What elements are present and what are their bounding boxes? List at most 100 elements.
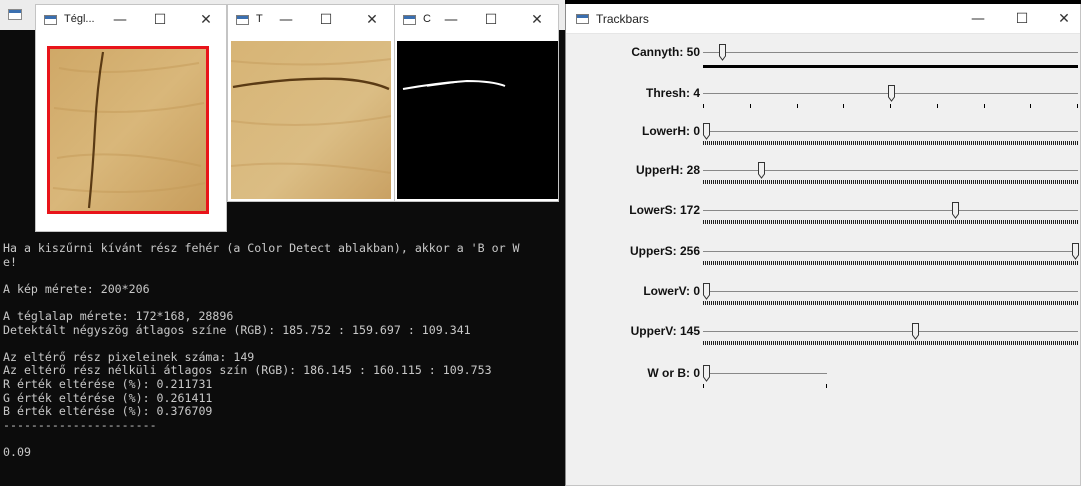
console-line: Az eltérő rész nélküli átlagos szín (RGB… <box>3 363 492 378</box>
console-output: Ha a kiszűrni kívánt rész fehér (a Color… <box>3 242 565 460</box>
minimize-button[interactable]: — <box>266 5 306 35</box>
trackbar-thumb[interactable] <box>703 365 710 382</box>
detected-rectangle-frame <box>47 46 209 214</box>
trackbar-thumb[interactable] <box>703 123 710 140</box>
trackbar-tick <box>797 104 798 108</box>
maximize-button[interactable]: ☐ <box>471 5 511 35</box>
trackbar-ticks <box>703 141 1078 145</box>
trackbar-tick <box>1030 104 1031 108</box>
close-button[interactable]: ✕ <box>1044 4 1081 34</box>
minimize-button[interactable]: — <box>431 5 471 35</box>
trackbar-label: UpperV: 145 <box>630 324 700 338</box>
minimize-button[interactable]: — <box>958 4 998 34</box>
cropped-image-window[interactable]: T — ☐ ✕ <box>227 4 395 202</box>
console-line: ---------------------- <box>3 417 157 432</box>
console-line: B érték eltérése (%): 0.376709 <box>3 404 213 419</box>
rectangle-window[interactable]: Tégl... — ☐ ✕ <box>35 4 227 232</box>
trackbar-tick <box>750 104 751 108</box>
window-app-icon <box>403 15 416 25</box>
console-line: Az eltérő rész pixeleinek száma: 149 <box>3 349 255 364</box>
trackbar-track[interactable] <box>703 131 1078 132</box>
trackbar-thumb[interactable] <box>951 202 959 219</box>
console-line: 0.09 <box>3 444 31 459</box>
trackbar-row: UpperS: 256 <box>566 243 1081 284</box>
trackbar-ticks <box>703 301 1078 305</box>
detected-crack-mask <box>402 79 506 90</box>
trackbar-thumb[interactable] <box>912 323 920 340</box>
trackbar-thumb[interactable] <box>1072 243 1079 260</box>
trackbar-ticks <box>703 180 1078 184</box>
trackbar-ticks <box>703 341 1078 345</box>
window-app-icon <box>576 14 589 24</box>
trackbar-tick <box>937 104 938 108</box>
trackbar-thumb[interactable] <box>703 283 710 300</box>
trackbar-thumb[interactable] <box>758 162 766 179</box>
trackbar-track[interactable] <box>703 251 1078 252</box>
color-detect-mask <box>397 41 558 199</box>
rectangle-window-titlebar[interactable]: Tégl... — ☐ ✕ <box>36 5 226 35</box>
window-app-icon <box>236 15 249 25</box>
trackbars-window[interactable]: Trackbars — ☐ ✕ Cannyth: 50 Thresh: 4 Lowe… <box>565 4 1081 486</box>
trackbar-ticks <box>703 65 1078 68</box>
trackbar-label: W or B: 0 <box>647 366 700 380</box>
trackbar-row: W or B: 0 <box>566 365 1081 406</box>
maximize-button[interactable]: ☐ <box>1002 4 1042 34</box>
trackbar-track[interactable] <box>703 210 1078 211</box>
trackbar-label: UpperS: 256 <box>629 244 700 258</box>
close-button[interactable]: ✕ <box>186 5 226 35</box>
trackbar-thumb[interactable] <box>887 85 895 102</box>
trackbar-row: LowerS: 172 <box>566 202 1081 243</box>
trackbar-ticks <box>703 384 827 388</box>
trackbar-track[interactable] <box>703 373 827 374</box>
trackbar-label: UpperH: 28 <box>635 163 700 177</box>
window-app-icon <box>44 15 57 25</box>
trackbar-ticks <box>703 261 1078 265</box>
console-line: Ha a kiszűrni kívánt rész fehér (a Color… <box>3 242 520 255</box>
close-button[interactable]: ✕ <box>352 5 392 35</box>
trackbar-row: UpperV: 145 <box>566 323 1081 364</box>
minimize-button[interactable]: — <box>100 5 140 35</box>
trackbar-track[interactable] <box>703 331 1078 332</box>
trackbar-row: LowerV: 0 <box>566 283 1081 324</box>
trackbar-tick <box>984 104 985 108</box>
console-line: R érték eltérése (%): 0.211731 <box>3 376 213 391</box>
trackbar-label: Cannyth: 50 <box>631 45 700 59</box>
close-button[interactable]: ✕ <box>517 5 557 35</box>
color-detect-window[interactable]: C — ☐ ✕ <box>394 4 559 202</box>
trackbar-label: LowerV: 0 <box>643 284 700 298</box>
rectangle-window-title: Tégl... <box>64 13 95 25</box>
trackbar-row: Thresh: 4 <box>566 85 1081 126</box>
trackbars-titlebar[interactable]: Trackbars — ☐ ✕ <box>566 4 1080 34</box>
trackbar-tick <box>1077 104 1078 108</box>
cropped-window-titlebar[interactable]: T — ☐ ✕ <box>228 5 394 35</box>
console-line: Detektált négyszög átlagos színe (RGB): … <box>3 322 471 337</box>
trackbar-track[interactable] <box>703 52 1078 53</box>
cropped-window-title: T <box>256 13 263 25</box>
trackbar-track[interactable] <box>703 291 1078 292</box>
trackbar-row: Cannyth: 50 <box>566 44 1081 85</box>
trackbar-tick <box>890 104 891 108</box>
trackbar-tick <box>843 104 844 108</box>
trackbar-row: LowerH: 0 <box>566 123 1081 164</box>
console-line: A téglalap mérete: 172*168, 28896 <box>3 308 234 323</box>
trackbars-title: Trackbars <box>596 12 649 26</box>
trackbar-thumb[interactable] <box>718 44 726 61</box>
trackbar-label: Thresh: 4 <box>645 86 700 100</box>
trackbar-label: LowerH: 0 <box>641 124 700 138</box>
trackbar-ticks <box>703 104 1078 108</box>
trackbar-label: LowerS: 172 <box>629 203 700 217</box>
cropped-wood-image <box>231 41 391 199</box>
console-line: e! <box>3 254 17 269</box>
trackbar-tick <box>703 384 704 388</box>
console-line: A kép mérete: 200*206 <box>3 281 150 296</box>
maximize-button[interactable]: ☐ <box>306 5 346 35</box>
trackbar-ticks <box>703 220 1078 224</box>
color-detect-title: C <box>423 13 431 25</box>
trackbar-tick <box>826 384 827 388</box>
color-detect-titlebar[interactable]: C — ☐ ✕ <box>395 5 558 35</box>
maximize-button[interactable]: ☐ <box>140 5 180 35</box>
